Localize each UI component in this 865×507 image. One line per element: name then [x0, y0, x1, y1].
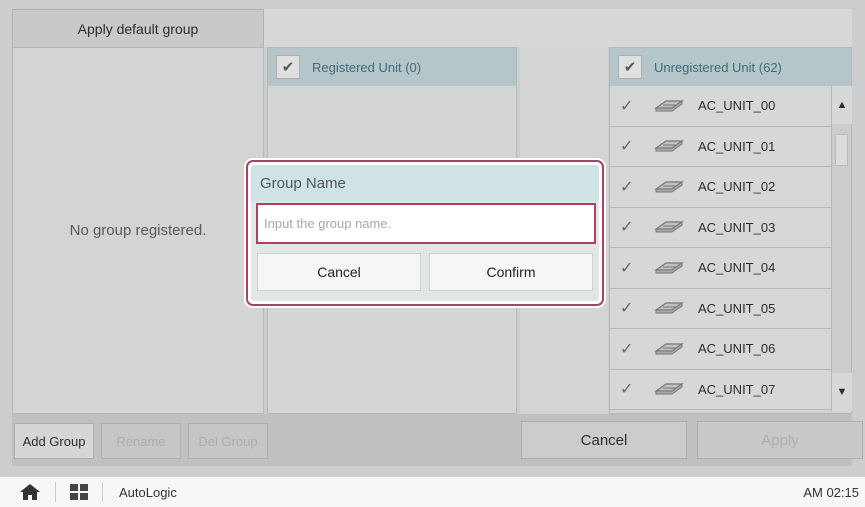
dialog-cancel-button[interactable]: Cancel [257, 253, 421, 291]
dialog-body: Group Name Cancel Confirm [251, 165, 599, 301]
apps-grid-icon[interactable] [70, 484, 88, 500]
taskbar-divider [102, 482, 103, 502]
group-name-input[interactable] [256, 203, 596, 244]
home-icon[interactable] [19, 483, 41, 501]
dialog-confirm-button[interactable]: Confirm [429, 253, 593, 291]
taskbar: AutoLogic AM 02:15 [0, 476, 865, 507]
app-name: AutoLogic [119, 484, 177, 500]
dialog-title: Group Name [251, 165, 599, 201]
clock: AM 02:15 [803, 484, 859, 500]
taskbar-divider [55, 482, 56, 502]
group-name-dialog: Group Name Cancel Confirm [246, 160, 604, 306]
